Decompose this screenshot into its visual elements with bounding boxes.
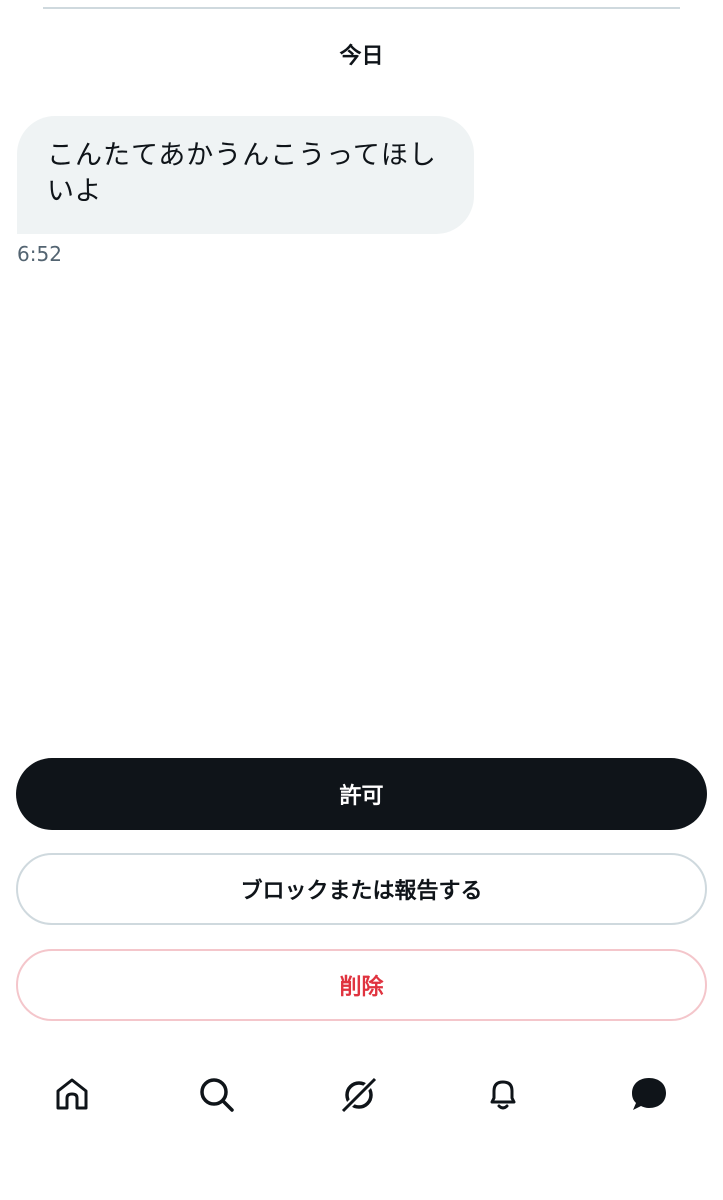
date-separator: 今日	[339, 44, 384, 69]
message-text: こんたてあかうんこうってほしいよ	[47, 140, 437, 207]
delete-button[interactable]: 削除	[16, 949, 707, 1021]
message-timestamp: 6:52	[17, 242, 62, 266]
delete-button-label: 削除	[339, 975, 384, 1000]
bell-icon	[490, 1080, 516, 1110]
allow-button-label: 許可	[339, 784, 384, 809]
top-divider	[43, 7, 680, 9]
nav-notifications[interactable]	[481, 1072, 525, 1116]
block-or-report-button[interactable]: ブロックまたは報告する	[16, 853, 707, 925]
nav-grok[interactable]	[337, 1072, 381, 1116]
messages-icon	[632, 1078, 666, 1110]
nav-home[interactable]	[50, 1072, 94, 1116]
message-bubble[interactable]: こんたてあかうんこうってほしいよ	[17, 116, 474, 234]
home-icon	[56, 1078, 88, 1110]
block-or-report-button-label: ブロックまたは報告する	[240, 879, 483, 904]
nav-messages[interactable]	[627, 1072, 671, 1116]
grok-icon	[339, 1075, 379, 1114]
search-icon	[200, 1078, 234, 1112]
bottom-navigation	[0, 1060, 723, 1130]
nav-search[interactable]	[194, 1072, 238, 1116]
allow-button[interactable]: 許可	[16, 758, 707, 830]
